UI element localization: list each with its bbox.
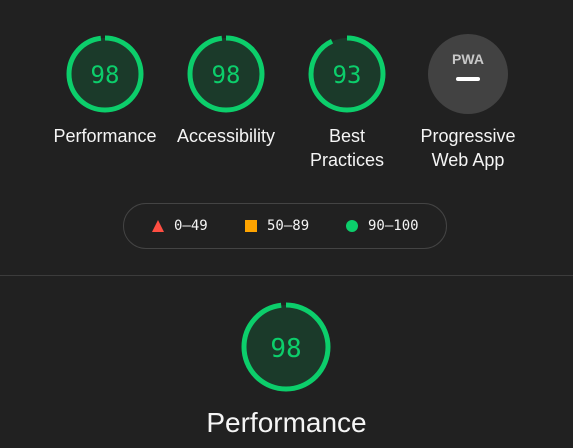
gauge-best-practices[interactable]: 93 Best Practices <box>287 34 407 172</box>
pwa-badge-text: PWA <box>452 51 484 67</box>
pwa-badge-background <box>428 34 508 114</box>
gauge-ring: 93 <box>308 35 386 113</box>
score-gauges: 98 Performance 98 Accessibility 93 Best … <box>0 34 573 184</box>
pwa-dash <box>456 77 480 81</box>
legend-range: 0–49 <box>174 218 208 234</box>
legend-range: 50–89 <box>267 218 310 234</box>
gauge-ring: 98 <box>187 35 265 113</box>
square-icon <box>245 220 257 232</box>
gauge-score: 98 <box>270 334 301 364</box>
circle-icon <box>346 220 358 232</box>
gauge-ring: 98 <box>66 35 144 113</box>
triangle-icon <box>152 220 164 232</box>
gauge-label: Progressive Web App <box>420 126 516 170</box>
gauge-label: Accessibility <box>176 126 276 146</box>
section-divider <box>0 275 573 276</box>
gauge-score: 98 <box>91 61 120 89</box>
legend-item-pass: 90–100 <box>346 204 419 248</box>
gauge-pwa[interactable]: PWA Progressive Web App <box>408 34 528 172</box>
gauge-score: 98 <box>212 61 241 89</box>
legend-range: 90–100 <box>368 218 419 234</box>
gauge-label: Best Practices <box>309 126 385 170</box>
legend-item-fail: 0–49 <box>152 204 208 248</box>
gauge-accessibility[interactable]: 98 Accessibility <box>166 34 286 148</box>
gauge-label: Performance <box>53 126 157 146</box>
pwa-icon: PWA <box>428 34 508 114</box>
featured-title: Performance <box>206 407 367 438</box>
featured-gauge: 98 <box>240 301 332 398</box>
gauge-score: 93 <box>333 61 362 89</box>
score-legend: 0–49 50–89 90–100 <box>123 203 447 249</box>
gauge-ring: 98 <box>241 302 331 392</box>
gauge-performance[interactable]: 98 Performance <box>45 34 165 148</box>
legend-item-average: 50–89 <box>245 204 309 248</box>
lighthouse-report: 98 Performance 98 Accessibility 93 Best … <box>0 0 573 448</box>
